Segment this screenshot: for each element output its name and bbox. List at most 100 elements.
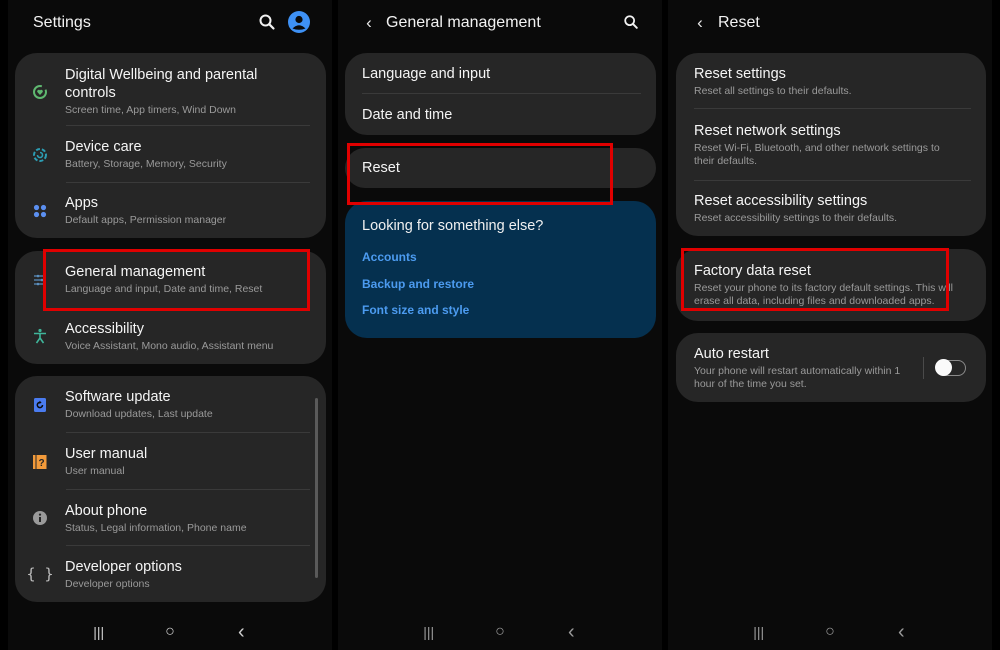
general-management-icon: [15, 273, 65, 287]
settings-item-general-management[interactable]: General management Language and input, D…: [15, 251, 326, 308]
settings-group-3: Software update Download updates, Last u…: [15, 376, 326, 602]
device-care-icon: [15, 147, 65, 163]
menu-item-reset-network-settings[interactable]: Reset network settings Reset Wi-Fi, Blue…: [676, 109, 986, 181]
item-subtitle: Reset your phone to its factory default …: [694, 282, 953, 307]
item-subtitle: Reset all settings to their defaults.: [694, 84, 852, 97]
item-title: Language and input: [362, 65, 491, 82]
settings-item-about-phone[interactable]: About phone Status, Legal information, P…: [15, 490, 326, 546]
menu-item-date-and-time[interactable]: Date and time: [345, 94, 656, 135]
item-subtitle: Your phone will restart automatically wi…: [694, 364, 901, 390]
item-subtitle: Default apps, Permission manager: [65, 214, 227, 226]
auto-restart-card: Auto restart Your phone will restart aut…: [676, 333, 986, 402]
menu-item-reset-settings[interactable]: Reset settings Reset all settings to the…: [676, 53, 986, 109]
menu-item-auto-restart[interactable]: Auto restart Your phone will restart aut…: [676, 333, 986, 402]
reset-options-group: Reset settings Reset all settings to the…: [676, 53, 986, 236]
recents-button[interactable]: |||: [84, 624, 114, 640]
link-font-size-and-style[interactable]: Font size and style: [362, 303, 469, 317]
search-icon[interactable]: [623, 14, 639, 35]
back-arrow-icon[interactable]: ‹: [688, 13, 712, 33]
digital-wellbeing-icon: [15, 84, 65, 100]
item-title: Reset: [362, 160, 400, 176]
home-button[interactable]: ○: [485, 623, 515, 641]
item-subtitle: Developer options: [65, 577, 150, 590]
user-manual-icon: ?: [15, 454, 65, 470]
item-title: Reset network settings: [694, 123, 841, 139]
item-subtitle: Status, Legal information, Phone name: [65, 521, 247, 534]
item-title: Reset accessibility settings: [694, 193, 868, 209]
link-accounts[interactable]: Accounts: [362, 250, 417, 264]
item-title: Accessibility: [65, 320, 144, 337]
general-management-group: Language and input Date and time: [345, 53, 656, 135]
recents-button[interactable]: |||: [744, 624, 774, 640]
profile-icon[interactable]: [288, 11, 310, 38]
settings-item-accessibility[interactable]: Accessibility Voice Assistant, Mono audi…: [15, 308, 326, 364]
general-management-app-bar: ‹ General management: [338, 0, 662, 46]
item-subtitle: Reset Wi-Fi, Bluetooth, and other networ…: [694, 142, 940, 167]
back-arrow-icon[interactable]: ‹: [357, 13, 381, 33]
item-title: Factory data reset: [694, 263, 811, 279]
item-title: Digital Wellbeing and parental controls: [65, 67, 258, 101]
menu-item-reset[interactable]: Reset: [345, 148, 656, 188]
settings-group-2: General management Language and input, D…: [15, 251, 326, 364]
home-button[interactable]: ○: [155, 623, 185, 641]
reset-card: Reset: [345, 148, 656, 188]
settings-item-user-manual[interactable]: ? User manual User manual: [15, 433, 326, 490]
item-title: Date and time: [362, 106, 453, 123]
settings-item-software-update[interactable]: Software update Download updates, Last u…: [15, 376, 326, 433]
factory-reset-card: Factory data reset Reset your phone to i…: [676, 249, 986, 321]
item-title: User manual: [65, 446, 148, 462]
navigation-bar: ||| ○ ‹: [8, 614, 332, 650]
page-title: General management: [386, 14, 541, 31]
item-subtitle: Language and input, Date and time, Reset: [65, 283, 263, 295]
menu-item-language-and-input[interactable]: Language and input: [345, 53, 656, 94]
toggle-divider: [923, 356, 924, 379]
item-title: Software update: [65, 389, 171, 405]
menu-item-reset-accessibility-settings[interactable]: Reset accessibility settings Reset acces…: [676, 181, 986, 236]
item-title: Device care: [65, 139, 142, 155]
item-subtitle: Battery, Storage, Memory, Security: [65, 158, 227, 170]
item-title: Reset settings: [694, 65, 786, 82]
settings-group-1: Digital Wellbeing and parental controls …: [15, 53, 326, 238]
software-update-icon: [15, 397, 65, 413]
item-title: About phone: [65, 502, 148, 519]
item-title: Auto restart: [694, 345, 769, 362]
back-button[interactable]: ‹: [886, 621, 916, 644]
item-subtitle: Reset accessibility settings to their de…: [694, 212, 898, 224]
apps-icon: [15, 203, 65, 219]
developer-options-icon: { }: [26, 565, 54, 583]
settings-item-apps[interactable]: Apps Default apps, Permission manager: [15, 183, 326, 238]
general-management-screen: ‹ General management Language and input …: [338, 0, 662, 650]
settings-item-device-care[interactable]: Device care Battery, Storage, Memory, Se…: [15, 126, 326, 183]
page-title: Settings: [33, 14, 91, 31]
search-icon[interactable]: [258, 13, 276, 36]
item-subtitle: Screen time, App timers, Wind Down: [65, 104, 236, 116]
accessibility-icon: [15, 328, 65, 344]
menu-item-factory-data-reset[interactable]: Factory data reset Reset your phone to i…: [676, 249, 986, 321]
settings-item-digital-wellbeing[interactable]: Digital Wellbeing and parental controls …: [15, 53, 326, 126]
settings-item-developer-options[interactable]: { } Developer options Developer options: [15, 546, 326, 602]
home-button[interactable]: ○: [815, 623, 845, 641]
link-backup-and-restore[interactable]: Backup and restore: [362, 277, 474, 291]
item-subtitle: User manual: [65, 465, 125, 477]
about-phone-icon: [15, 510, 65, 526]
item-title: Developer options: [65, 558, 182, 575]
reset-app-bar: ‹ Reset: [668, 0, 992, 46]
suggestions-heading: Looking for something else?: [362, 218, 544, 234]
reset-screen: ‹ Reset Reset settings Reset all setting…: [668, 0, 992, 650]
recents-button[interactable]: |||: [414, 624, 444, 640]
settings-app-bar: Settings: [8, 0, 332, 46]
toggle-knob: [935, 358, 952, 376]
auto-restart-toggle[interactable]: [935, 358, 966, 376]
svg-text:?: ?: [38, 458, 44, 469]
page-title: Reset: [718, 14, 760, 31]
navigation-bar: ||| ○ ‹: [338, 614, 662, 650]
item-subtitle: Download updates, Last update: [65, 408, 213, 420]
settings-screen: Settings Digital Wellbeing and parental …: [8, 0, 332, 650]
scrollbar[interactable]: [315, 398, 318, 578]
suggestions-card: Looking for something else? Accounts Bac…: [345, 201, 656, 338]
navigation-bar: ||| ○ ‹: [668, 614, 992, 650]
back-button[interactable]: ‹: [226, 621, 256, 644]
item-title: Apps: [65, 195, 99, 211]
item-title: General management: [65, 264, 206, 280]
back-button[interactable]: ‹: [556, 621, 586, 644]
